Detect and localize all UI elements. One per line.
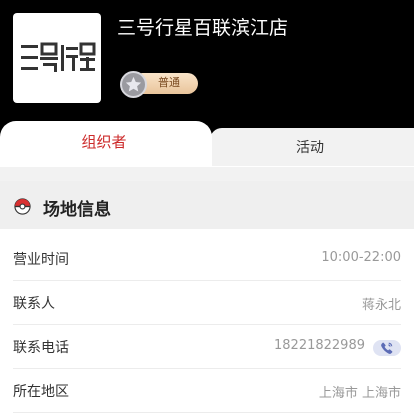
member-level-badge: 普通 bbox=[120, 71, 200, 98]
tab-activities[interactable]: 活动 bbox=[210, 128, 414, 166]
phone-number[interactable]: 18221822989 bbox=[274, 338, 365, 353]
store-name: 三号行星百联滨江店 bbox=[117, 17, 289, 39]
phone-icon bbox=[381, 342, 393, 354]
tab-organizer[interactable]: 组织者 bbox=[0, 121, 212, 167]
badge-label: 普通 bbox=[158, 76, 180, 89]
venue-info-header: 场地信息 bbox=[0, 181, 414, 229]
section-title: 场地信息 bbox=[43, 200, 111, 220]
info-row-region: 所在地区 上海市 上海市 bbox=[0, 369, 414, 413]
row-divider bbox=[13, 412, 401, 413]
pokeball-icon bbox=[14, 198, 31, 215]
info-row-hours: 营业时间 10:00-22:00 bbox=[0, 237, 414, 281]
tab-organizer-label: 组织者 bbox=[81, 133, 127, 151]
section-divider bbox=[0, 167, 414, 181]
info-value: 上海市 上海市 bbox=[318, 386, 401, 401]
info-value: 蒋永北 bbox=[361, 298, 401, 313]
tab-activities-label: 活动 bbox=[296, 140, 324, 156]
star-icon bbox=[120, 71, 147, 98]
info-label: 联系人 bbox=[13, 296, 55, 312]
info-value: 10:00-22:00 bbox=[321, 250, 401, 265]
info-row-contact: 联系人 蒋永北 bbox=[0, 281, 414, 325]
info-label: 营业时间 bbox=[13, 252, 69, 268]
info-label: 联系电话 bbox=[13, 340, 69, 356]
info-label: 所在地区 bbox=[13, 384, 69, 400]
call-button[interactable] bbox=[373, 340, 401, 356]
store-logo bbox=[13, 13, 101, 103]
info-row-phone: 联系电话 18221822989 bbox=[0, 325, 414, 369]
